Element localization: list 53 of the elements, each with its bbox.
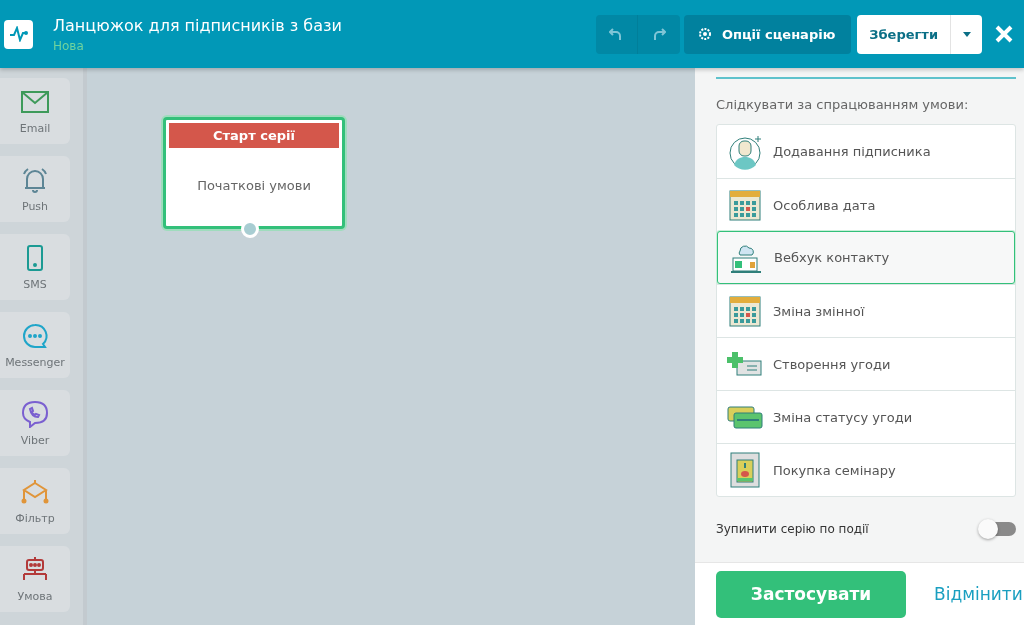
tool-card[interactable]: Viber [0, 390, 70, 456]
undo-icon [609, 27, 624, 41]
close-button[interactable] [994, 24, 1014, 44]
user-add-icon [727, 133, 763, 170]
condition-label: Зміна змінної [773, 303, 865, 319]
tool-card[interactable]: Email [0, 78, 70, 144]
tool-card[interactable]: Умова [0, 546, 70, 612]
bell-icon [20, 165, 50, 194]
start-node[interactable]: Старт серії Початкові умови [163, 117, 345, 229]
settings-icon [697, 27, 712, 41]
stop-series-toggle[interactable] [980, 522, 1016, 536]
condition-label: Зміна статусу угоди [773, 409, 913, 425]
redo-icon [651, 27, 666, 41]
condition-label: Створення угоди [773, 356, 891, 372]
condition-label: Вебхук контакту [774, 250, 890, 265]
caret-icon [962, 31, 971, 37]
tool-label: Умова [17, 589, 53, 603]
tool-label: Viber [20, 433, 50, 447]
calendar-icon [727, 293, 763, 329]
tool-label: Messenger [5, 355, 65, 369]
condition-option[interactable]: Зміна статусу угоди [717, 390, 1015, 443]
apply-button[interactable]: Застосувати [716, 570, 906, 618]
output-port[interactable] [241, 220, 259, 238]
condition-option[interactable]: Створення угоди [717, 337, 1015, 390]
tool-card[interactable]: SMS [0, 234, 70, 300]
condition-label: Додавання підписника [773, 144, 931, 159]
tool-label: Email [19, 121, 51, 135]
condition-option[interactable]: Вебхук контакту [717, 231, 1015, 284]
condition-label: Особлива дата [773, 197, 876, 213]
condition-option[interactable]: Зміна змінної [717, 284, 1015, 337]
scenario-options-button[interactable]: Опції сценарію [683, 14, 852, 54]
tool-label: Push [21, 199, 49, 213]
condition-option[interactable]: Покупка семінару [717, 443, 1015, 496]
phone-bubble-icon [20, 399, 50, 428]
diamond-branch-icon [20, 477, 50, 506]
cancel-link[interactable]: Відмінити [934, 584, 1023, 604]
condition-prompt: Слідкувати за спрацюванням умови: [716, 97, 970, 112]
node-text: Початкові умови [196, 177, 312, 195]
chat-icon [20, 321, 50, 350]
calendar-icon [727, 187, 763, 223]
tool-label: Фільтр [15, 511, 55, 525]
tool-label: SMS [23, 277, 47, 291]
tool-card[interactable]: Messenger [0, 312, 70, 378]
pulse-logo-icon [4, 19, 33, 49]
condition-option[interactable]: Додавання підписника [717, 125, 1015, 178]
toggle-label: Зупинити серію по події [716, 522, 869, 536]
tool-card[interactable]: Push [0, 156, 70, 222]
scenario-title: Ланцюжок для підписників з бази [53, 15, 343, 35]
box-icon [727, 452, 763, 488]
scenario-status: Нова [53, 38, 85, 53]
condition-label: Покупка семінару [773, 462, 896, 478]
node-header: Старт серії [169, 123, 339, 148]
tool-card[interactable]: Фільтр [0, 468, 70, 534]
